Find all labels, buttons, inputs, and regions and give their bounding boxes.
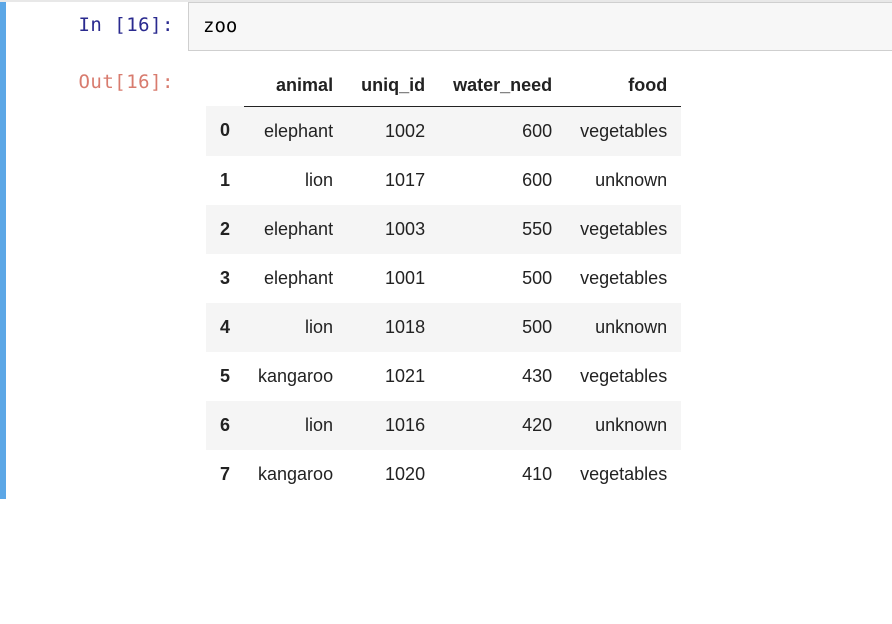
cell-value: 1003 <box>347 205 439 254</box>
cell-value: elephant <box>244 106 347 156</box>
cell-value: elephant <box>244 205 347 254</box>
cell-value: vegetables <box>566 205 681 254</box>
cell-value: 500 <box>439 303 566 352</box>
cell-value: unknown <box>566 401 681 450</box>
header-row: animal uniq_id water_need food <box>206 63 681 107</box>
table-row: 2 elephant 1003 550 vegetables <box>206 205 681 254</box>
cell-value: elephant <box>244 254 347 303</box>
cell-value: 1020 <box>347 450 439 499</box>
cell-value: kangaroo <box>244 450 347 499</box>
notebook-cell: In [16]: zoo Out[16]: animal uniq_id wat… <box>0 2 892 499</box>
cell-value: 600 <box>439 106 566 156</box>
cell-value: 1016 <box>347 401 439 450</box>
cell-value: 1002 <box>347 106 439 156</box>
col-header: food <box>566 63 681 107</box>
row-index: 0 <box>206 106 244 156</box>
cell-value: 550 <box>439 205 566 254</box>
table-row: 5 kangaroo 1021 430 vegetables <box>206 352 681 401</box>
cell-value: 600 <box>439 156 566 205</box>
row-index: 4 <box>206 303 244 352</box>
cell-value: vegetables <box>566 352 681 401</box>
table-header: animal uniq_id water_need food <box>206 63 681 107</box>
notebook-container: In [16]: zoo Out[16]: animal uniq_id wat… <box>0 0 892 624</box>
cell-value: 1001 <box>347 254 439 303</box>
row-index: 6 <box>206 401 244 450</box>
table-body: 0 elephant 1002 600 vegetables 1 lion 10… <box>206 106 681 499</box>
cell-value: 500 <box>439 254 566 303</box>
cell-value: lion <box>244 303 347 352</box>
table-row: 0 elephant 1002 600 vegetables <box>206 106 681 156</box>
row-index: 5 <box>206 352 244 401</box>
cell-value: unknown <box>566 156 681 205</box>
cell-value: kangaroo <box>244 352 347 401</box>
cell-value: 420 <box>439 401 566 450</box>
cell-value: 430 <box>439 352 566 401</box>
output-prompt: Out[16]: <box>6 51 188 101</box>
cell-value: vegetables <box>566 450 681 499</box>
table-row: 6 lion 1016 420 unknown <box>206 401 681 450</box>
cell-value: 410 <box>439 450 566 499</box>
table-row: 7 kangaroo 1020 410 vegetables <box>206 450 681 499</box>
output-area: animal uniq_id water_need food 0 elephan… <box>188 51 892 499</box>
cell-value: lion <box>244 401 347 450</box>
col-header: uniq_id <box>347 63 439 107</box>
input-row: In [16]: zoo <box>6 2 892 51</box>
cell-value: vegetables <box>566 254 681 303</box>
code-input[interactable]: zoo <box>188 2 892 51</box>
table-row: 1 lion 1017 600 unknown <box>206 156 681 205</box>
input-prompt: In [16]: <box>6 2 188 44</box>
cell-value: lion <box>244 156 347 205</box>
index-header <box>206 63 244 107</box>
col-header: animal <box>244 63 347 107</box>
cell-value: 1021 <box>347 352 439 401</box>
row-index: 7 <box>206 450 244 499</box>
table-row: 4 lion 1018 500 unknown <box>206 303 681 352</box>
cell-value: 1017 <box>347 156 439 205</box>
table-row: 3 elephant 1001 500 vegetables <box>206 254 681 303</box>
cell-value: unknown <box>566 303 681 352</box>
col-header: water_need <box>439 63 566 107</box>
row-index: 2 <box>206 205 244 254</box>
cell-value: 1018 <box>347 303 439 352</box>
row-index: 3 <box>206 254 244 303</box>
row-index: 1 <box>206 156 244 205</box>
cell-value: vegetables <box>566 106 681 156</box>
dataframe-table: animal uniq_id water_need food 0 elephan… <box>206 63 681 499</box>
output-row: Out[16]: animal uniq_id water_need food <box>6 51 892 499</box>
